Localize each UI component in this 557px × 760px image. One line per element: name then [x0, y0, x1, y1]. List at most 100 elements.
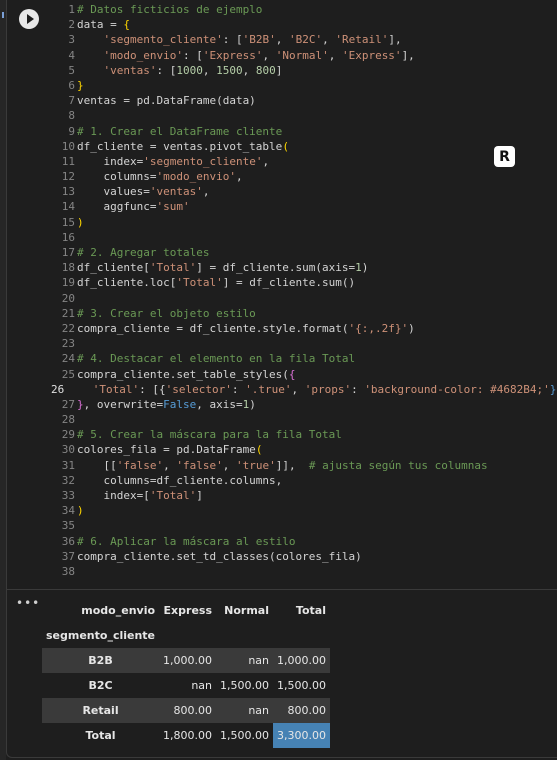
code-token: 'Total'	[176, 276, 223, 290]
code-token: columns=df_cliente.columns,	[77, 473, 283, 487]
code-token: colores_fila = pd.DataFrame	[77, 443, 256, 457]
code-token: aggfunc=	[77, 200, 157, 214]
code-line[interactable]: 29 # 5. Crear la máscara para la fila Tot…	[51, 427, 556, 442]
code-line[interactable]: 7 ventas = pd.DataFrame(data)	[51, 93, 556, 108]
code-token: , overwrite=	[83, 397, 164, 411]
line-number: 13	[61, 185, 75, 199]
code-token: ,	[235, 170, 243, 184]
code-line[interactable]: 36 # 6. Aplicar la máscara al estilo	[51, 534, 556, 549]
code-token: values=	[77, 185, 150, 199]
code-line[interactable]: 20	[51, 291, 556, 306]
table-cell: nan	[248, 654, 269, 667]
code-line[interactable]: 17 # 2. Agregar totales	[51, 245, 556, 260]
code-editor[interactable]: 1 # Datos ficticios de ejemplo 2 data = {3 …	[51, 2, 557, 579]
code-line[interactable]: 30 colores_fila = pd.DataFrame(	[51, 442, 556, 457]
code-token: ,	[322, 33, 336, 47]
line-number: 1	[68, 3, 75, 16]
columns-name: modo_envio	[81, 604, 156, 617]
code-line[interactable]: 24 # 4. Destacar el elemento en la fila T…	[51, 351, 556, 366]
code-token: ] = df_cliente.sum()	[222, 276, 356, 290]
code-token: 'ventas'	[149, 185, 203, 199]
code-token: index=[	[77, 489, 150, 502]
code-token: # 3. Crear el objeto estilo	[77, 306, 256, 320]
line-number: 22	[61, 321, 75, 335]
code-token: )	[361, 261, 369, 275]
table-cell: 800.00	[287, 704, 326, 717]
code-token: , axis=	[196, 397, 243, 411]
line-number: 14	[61, 200, 75, 214]
line-number: 7	[68, 94, 75, 108]
code-token: 'Express'	[202, 48, 263, 62]
code-line[interactable]: 35	[51, 518, 556, 533]
code-line[interactable]: 22 compra_cliente = df_cliente.style.form…	[51, 321, 556, 336]
highlighted-total-cell: 3,300.00	[273, 723, 330, 748]
line-number: 25	[61, 367, 75, 381]
code-text: 'modo_envio': ['Express', 'Normal', 'Exp…	[77, 48, 415, 63]
code-line[interactable]: 38	[51, 564, 556, 579]
code-token: # 6. Aplicar la máscara al estilo	[77, 534, 296, 548]
line-number: 10	[61, 139, 75, 153]
code-token: 'Express'	[341, 48, 402, 62]
code-line[interactable]: 1 # Datos ficticios de ejemplo	[51, 2, 556, 17]
table-cell: 1,500.00	[220, 729, 269, 742]
code-text: df_cliente = ventas.pivot_table(	[77, 139, 289, 154]
row-label: Retail	[82, 704, 119, 717]
code-line[interactable]: 2 data = {	[51, 17, 556, 32]
code-line[interactable]: 13 values='ventas',	[51, 184, 556, 199]
line-number: 11	[61, 154, 75, 168]
code-line[interactable]: 21 # 3. Crear el objeto estilo	[51, 306, 556, 321]
code-token: # 2. Agregar totales	[77, 246, 210, 259]
table-cell: 1,000.00	[277, 654, 326, 667]
output-menu-icon[interactable]: •••	[16, 596, 40, 610]
line-number: 29	[61, 428, 75, 442]
code-token: 'true'	[235, 458, 276, 472]
code-line[interactable]: 28	[51, 412, 556, 427]
code-text: data = {	[77, 17, 130, 32]
code-token: 'segmento_cliente'	[103, 33, 223, 47]
code-line[interactable]: 26 'Total': [{'selector': '.true', 'prop…	[51, 382, 557, 397]
column-header: Total	[295, 604, 326, 617]
code-text: # 2. Agregar totales	[77, 245, 209, 260]
code-line[interactable]: 34)	[51, 503, 556, 518]
code-token: ,	[202, 63, 217, 77]
code-line[interactable]: 25 compra_cliente.set_table_styles({	[51, 367, 556, 382]
code-line[interactable]: 14 aggfunc='sum'	[51, 199, 556, 214]
code-token: ,	[202, 185, 210, 199]
code-token: 'Retail'	[335, 33, 389, 47]
code-text: columns='modo_envio',	[77, 169, 243, 184]
line-number: 33	[61, 489, 75, 502]
column-header: Normal	[224, 604, 269, 617]
code-line[interactable]: 4 'modo_envio': ['Express', 'Normal', 'E…	[51, 48, 556, 63]
table-cell: 800.00	[173, 704, 213, 717]
code-token: columns=	[77, 170, 157, 184]
code-token: ]	[196, 489, 203, 502]
code-line[interactable]: 37 compra_cliente.set_td_classes(colores_…	[51, 549, 556, 564]
code-line[interactable]: 16	[51, 230, 556, 245]
code-line[interactable]: 9 # 1. Crear el DataFrame cliente	[51, 124, 556, 139]
code-line[interactable]: 18 df_cliente['Total'] = df_cliente.sum(a…	[51, 260, 556, 275]
code-line[interactable]: 3 'segmento_cliente': ['B2B', 'B2C', 'Re…	[51, 32, 556, 47]
code-line[interactable]: 10 df_cliente = ventas.pivot_table(	[51, 139, 556, 154]
table-header-row: modo_envio Express Normal Total	[42, 598, 330, 623]
code-token: 'Total'	[149, 489, 197, 502]
code-line[interactable]: 31 [['false', 'false', 'true']], # ajust…	[51, 458, 556, 473]
code-line[interactable]: 11 index='segmento_cliente',	[51, 154, 556, 169]
code-line[interactable]: 23	[51, 336, 556, 351]
code-line[interactable]: 15)	[51, 215, 556, 230]
code-token: ] = df_cliente.sum(axis=	[196, 261, 356, 275]
code-line[interactable]: 12 columns='modo_envio',	[51, 169, 556, 184]
line-number: 21	[61, 306, 75, 320]
extension-badge-icon[interactable]: R	[494, 146, 515, 167]
code-line[interactable]: 33 index=['Total']	[51, 488, 556, 503]
code-line[interactable]: 32 columns=df_cliente.columns,	[51, 473, 556, 488]
code-line[interactable]: 5 'ventas': [1000, 1500, 800]	[51, 63, 556, 78]
code-line[interactable]: 27}, overwrite=False, axis=1)	[51, 397, 556, 412]
line-number: 4	[68, 48, 75, 62]
code-line[interactable]: 8	[51, 108, 556, 123]
code-line[interactable]: 6}	[51, 78, 556, 93]
code-line[interactable]: 19 df_cliente.loc['Total'] = df_cliente.s…	[51, 275, 556, 290]
run-cell-button[interactable]	[19, 9, 39, 29]
code-token: 'modo_envio'	[156, 170, 236, 184]
table-cell: 1,800.00	[163, 729, 213, 742]
